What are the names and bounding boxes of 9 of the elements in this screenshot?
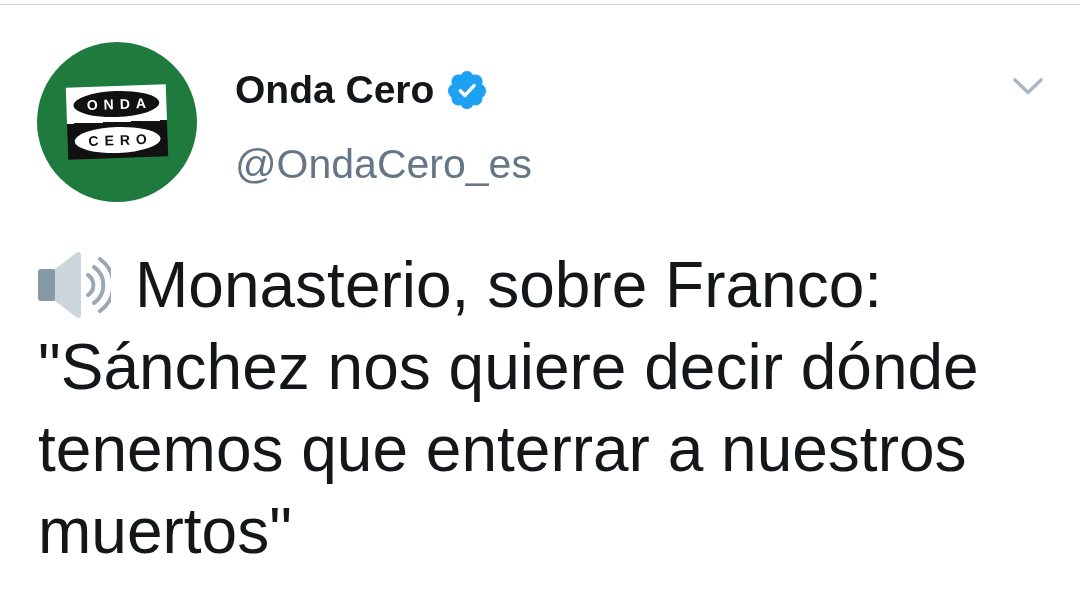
speaker-icon (38, 251, 111, 319)
logo-text: CERO (74, 125, 162, 155)
user-handle[interactable]: @OndaCero_es (235, 140, 532, 188)
avatar[interactable]: ONDA CERO (37, 42, 197, 202)
tweet-lead-text: Monasterio, sobre Franco: (135, 248, 882, 323)
display-name[interactable]: Onda Cero (235, 67, 435, 113)
chevron-down-icon[interactable] (1013, 78, 1043, 95)
logo-text: ONDA (72, 89, 160, 119)
tweet-quote-text: "Sánchez nos quiere decir dónde tenemos que enterrar a nuestros muertos" (38, 330, 980, 569)
